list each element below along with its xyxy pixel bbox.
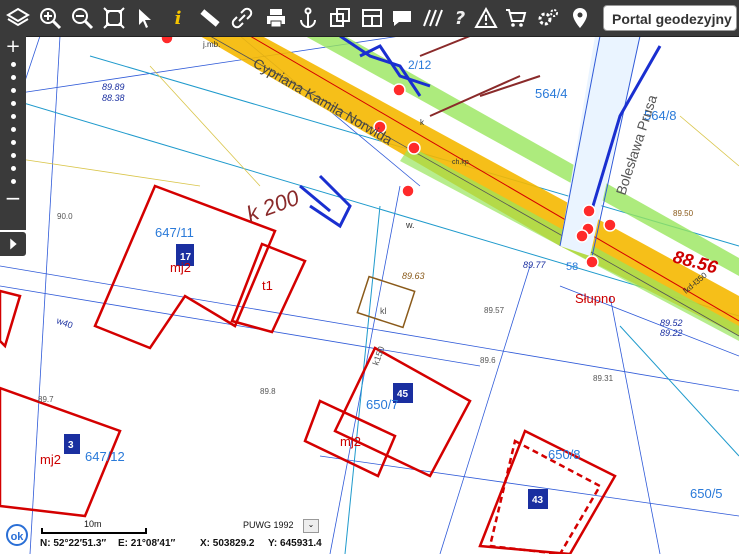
measure-ruler-icon[interactable]: [196, 4, 224, 32]
zoom-level-dot[interactable]: [10, 179, 16, 184]
elevation: 90.0: [57, 212, 73, 221]
elevation: 89.22: [660, 328, 683, 338]
anchor-icon[interactable]: [294, 4, 322, 32]
chevron-right-icon: [10, 238, 17, 250]
zoom-level-dot[interactable]: [10, 88, 16, 93]
parcel-label: 650/7: [366, 397, 399, 412]
elevation: 89.89: [102, 82, 125, 92]
zoom-slider[interactable]: + −: [0, 36, 26, 230]
zoom-level-dot[interactable]: [10, 166, 16, 171]
zoom-extent-icon[interactable]: [100, 4, 128, 32]
settings-icon[interactable]: [534, 4, 562, 32]
layout-icon[interactable]: [358, 4, 386, 32]
zoom-plus-icon[interactable]: +: [0, 36, 26, 58]
print-icon[interactable]: [262, 4, 290, 32]
elevation: 89.63: [402, 271, 425, 281]
elevation: 89.52: [660, 318, 683, 328]
select-arrow-icon[interactable]: [132, 4, 160, 32]
layers-icon[interactable]: [4, 4, 32, 32]
info-icon[interactable]: i: [164, 4, 192, 32]
elevation: 89.77: [523, 260, 547, 270]
parcel-label: 650/8: [548, 447, 581, 462]
elevation: 89.50: [673, 209, 694, 218]
handwritten-annotation: k 200: [243, 185, 303, 227]
building-badges: [64, 244, 548, 509]
y-coordinate-readout: Y: 645931.4: [268, 538, 322, 549]
building-label: mj2: [340, 434, 361, 449]
kiosk: [356, 275, 416, 329]
pole-label: Słupno: [575, 291, 615, 306]
zoom-level-dot[interactable]: [10, 75, 16, 80]
zoom-level-dot[interactable]: [10, 114, 16, 119]
map-canvas[interactable]: 647/11 647/12 650/7 650/8 650/5 564/4 56…: [0, 36, 739, 554]
elevation: 89.8: [260, 387, 276, 396]
parcel-label: 647/12: [85, 449, 125, 464]
zoom-out-icon[interactable]: [68, 4, 96, 32]
road-green-band: [305, 36, 739, 276]
utility-label: w40: [54, 315, 74, 330]
street-number: 2/12: [408, 58, 432, 72]
help-icon[interactable]: ?: [446, 4, 474, 32]
parcel-label: 647/11: [155, 225, 194, 240]
zoom-level-dot[interactable]: [10, 140, 16, 145]
zoom-level-dot[interactable]: [10, 62, 16, 67]
zoom-minus-icon[interactable]: −: [0, 188, 26, 208]
zoom-level-dot[interactable]: [10, 127, 16, 132]
x-coordinate-readout: X: 503829.2: [200, 538, 255, 549]
building-label: mj2: [40, 452, 61, 467]
scale-bar: [41, 528, 147, 534]
crs-dropdown[interactable]: ⌄: [303, 519, 319, 533]
building-number: 43: [532, 495, 544, 506]
building-number: 45: [397, 389, 409, 400]
zoom-levels[interactable]: [0, 62, 26, 184]
hatch-icon[interactable]: [418, 4, 446, 32]
parcel-label: 564/4: [535, 86, 568, 101]
location-pin-icon[interactable]: [566, 4, 594, 32]
pole-number: 58: [566, 261, 578, 273]
warning-icon[interactable]: [472, 4, 500, 32]
elevation: 89.31: [593, 374, 614, 383]
buildings: [0, 184, 617, 554]
zoom-in-icon[interactable]: [36, 4, 64, 32]
expand-panel-button[interactable]: [0, 232, 26, 256]
link-chain-icon[interactable]: [228, 4, 256, 32]
elevation: 89.7: [38, 395, 54, 404]
longitude-readout: E: 21°08′41″: [118, 538, 176, 549]
elevation: 89.57: [484, 306, 505, 315]
latitude-readout: N: 52°22′51.3″: [40, 538, 107, 549]
utility-label: j.mb.: [202, 40, 220, 49]
utility-label: w.: [405, 220, 415, 230]
copy-icon[interactable]: [326, 4, 354, 32]
building-number: 3: [68, 440, 74, 451]
parcel-label: 650/5: [690, 486, 723, 501]
building-label: t1: [262, 278, 273, 293]
cart-icon[interactable]: [502, 4, 530, 32]
building-number: 17: [180, 252, 192, 263]
zoom-level-dot[interactable]: [10, 101, 16, 106]
elevation: 89.6: [480, 356, 496, 365]
crs-label: PUWG 1992: [243, 520, 294, 530]
portal-selector[interactable]: Portal geodezyjny: [603, 5, 737, 31]
zoom-level-dot[interactable]: [10, 153, 16, 158]
status-footer: ok 10m PUWG 1992 ⌄ N: 52°22′51.3″ E: 21°…: [0, 516, 739, 554]
utility-label: kl: [380, 306, 387, 316]
ok-button[interactable]: ok: [6, 524, 28, 546]
elevation: 88.38: [102, 93, 125, 103]
utility-label: ch.kp.: [452, 159, 471, 166]
comment-bubble-icon[interactable]: [388, 4, 416, 32]
main-toolbar: i ? Portal geodezyjny: [0, 0, 739, 37]
